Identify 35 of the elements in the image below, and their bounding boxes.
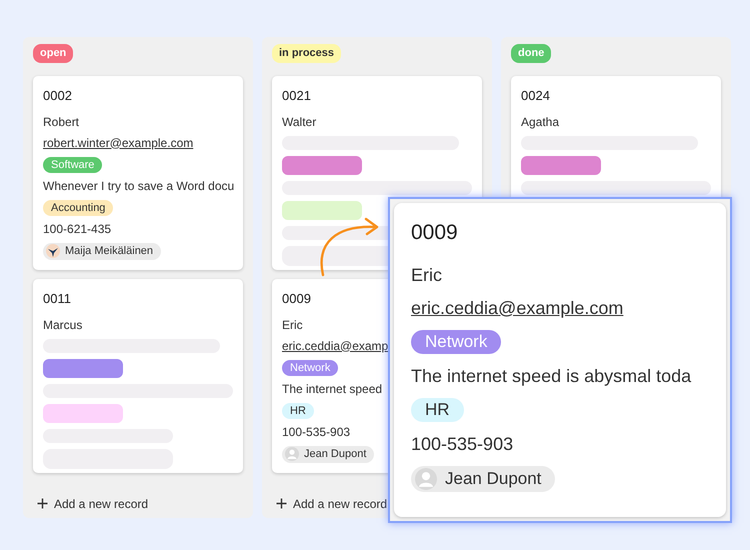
user-name: Maija Meikäläinen xyxy=(65,244,154,258)
record-number: 0009 xyxy=(411,221,459,245)
record-number: 0009 xyxy=(282,290,312,306)
email-link[interactable]: robert.winter@example.com xyxy=(43,136,194,150)
status-badge: in process xyxy=(272,44,342,62)
status-badge: open xyxy=(33,44,74,62)
field-text: Walter xyxy=(282,114,318,130)
field-text: The internet speed xyxy=(282,382,384,396)
tag: HR xyxy=(282,402,314,418)
field-text: Whenever I try to save a Word docu xyxy=(43,178,233,194)
record-card[interactable]: 0011 Marcus xyxy=(33,278,243,472)
tag: Network xyxy=(282,360,338,376)
add-record-button[interactable]: Add a new record xyxy=(33,492,152,514)
record-number: 0002 xyxy=(43,88,73,104)
tag: Network xyxy=(411,330,502,354)
add-record-button[interactable]: Add a new record xyxy=(272,492,392,514)
zoomed-card[interactable]: 0009 Eric eric.ceddia@example.com Network The internet speed is abysmal toda HR 100-535-903 Jean Dupont xyxy=(394,203,726,517)
field-text: 100-535-903 xyxy=(282,424,352,440)
record-number: 0024 xyxy=(521,88,551,104)
status-badge: done xyxy=(511,44,552,62)
field-text: Agatha xyxy=(521,114,560,130)
record-number: 0021 xyxy=(282,88,312,104)
tag: Software xyxy=(43,156,102,172)
tag: Accounting xyxy=(43,200,114,216)
plus-icon xyxy=(276,498,287,509)
record-card[interactable]: 0002 Robert robert.winter@example.com Software Whenever I try to save a Word docu Accounting 100-621-435 Maija Meikäläinen xyxy=(33,76,243,270)
field-text: Marcus xyxy=(43,318,84,332)
field-text: Robert xyxy=(43,114,80,130)
field-text: 100-621-435 xyxy=(43,222,112,236)
user-name: Jean Dupont xyxy=(304,446,366,462)
email-link[interactable]: eric.ceddia@examp xyxy=(282,338,388,354)
field-text: Eric xyxy=(282,318,304,332)
tag: HR xyxy=(411,398,464,422)
plus-icon xyxy=(37,498,48,509)
record-number: 0011 xyxy=(43,290,72,306)
